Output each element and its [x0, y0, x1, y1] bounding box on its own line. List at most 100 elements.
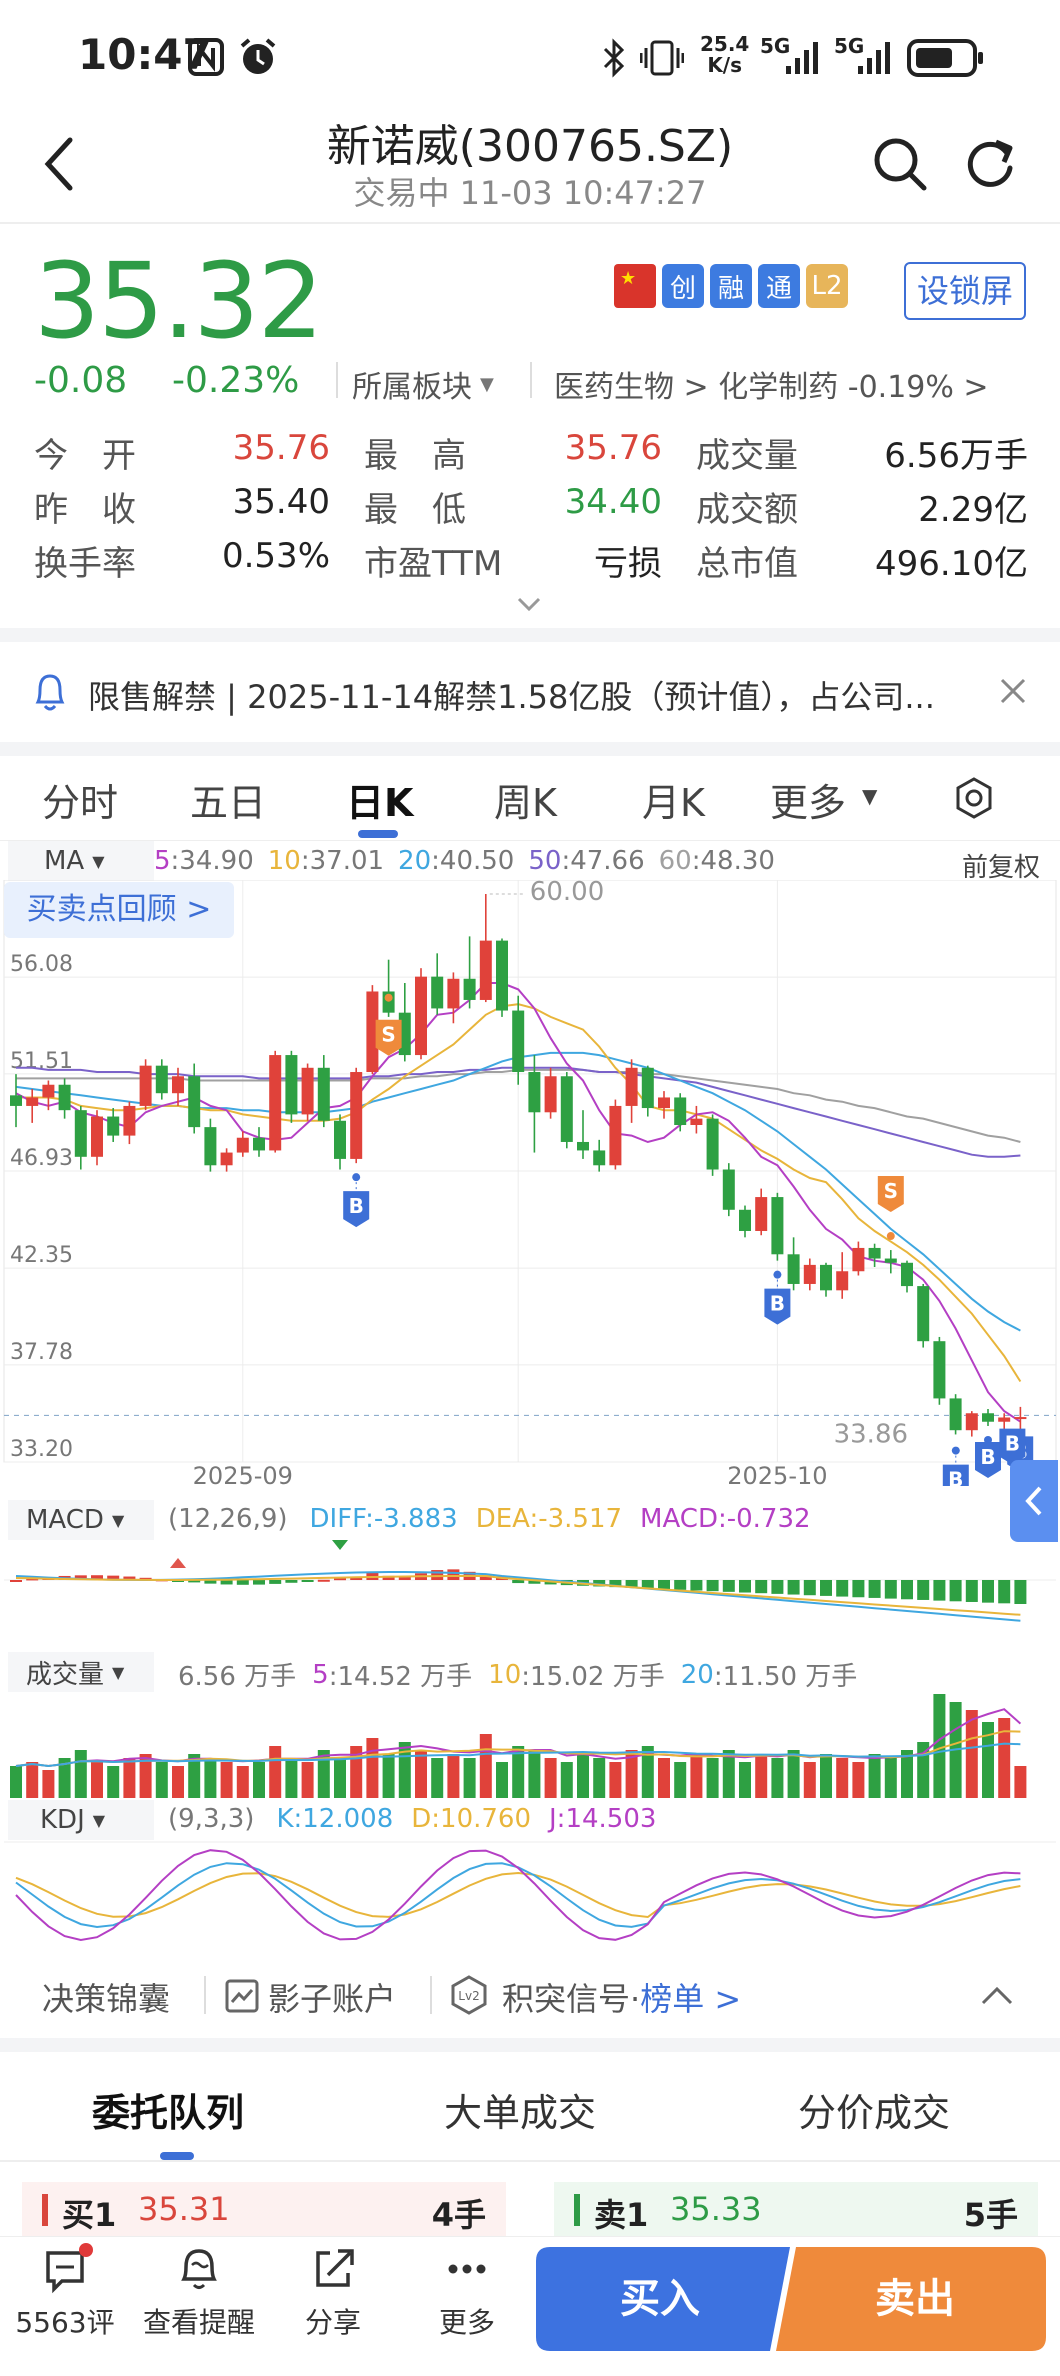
tab-more[interactable]: 更多	[770, 772, 846, 827]
comments-button[interactable]: 5563评	[0, 2237, 130, 2341]
notice-bar[interactable]: 限售解禁 | 2025-11-14解禁1.58亿股（预计值），占公司...	[0, 642, 1060, 742]
alarm-icon	[240, 38, 276, 74]
shadow-account[interactable]: 影子账户	[268, 1974, 396, 2020]
bid-label: 买1	[62, 2196, 117, 2234]
volume-chart[interactable]	[0, 1692, 1060, 1802]
death-cross-marker	[332, 1540, 348, 1550]
view-alerts-button[interactable]: 查看提醒	[134, 2237, 264, 2341]
candle	[577, 1110, 589, 1159]
price-change: -0.08	[34, 360, 128, 401]
collapse-chevron-icon[interactable]	[980, 1984, 1014, 2006]
ma-value: :34.90	[170, 846, 254, 876]
macd-bar	[868, 1580, 881, 1598]
sell-signal-marker: S	[877, 1176, 904, 1241]
volume-selector[interactable]: 成交量 ▼	[8, 1652, 154, 1692]
candle	[301, 1063, 314, 1121]
candle	[593, 1139, 606, 1172]
buy-button[interactable]: 买入	[540, 2247, 780, 2351]
tab-rik[interactable]: 日K	[346, 772, 413, 827]
tab-fenshi[interactable]: 分时	[42, 772, 118, 827]
kdj-selector[interactable]: KDJ ▼	[8, 1800, 154, 1840]
ranking-link[interactable]: 榜单 >	[640, 1974, 741, 2020]
volume-bar	[544, 1758, 557, 1798]
stat-value: 2.29亿	[918, 490, 1028, 530]
settings-icon[interactable]	[952, 776, 996, 820]
signal-icon-1	[786, 42, 818, 74]
tab-zhouk[interactable]: 周K	[494, 772, 557, 827]
notice-text: 限售解禁 | 2025-11-14解禁1.58亿股（预计值），占公司...	[88, 678, 935, 716]
bluetooth-icon	[603, 38, 625, 78]
lock-screen-button[interactable]: 设锁屏	[904, 262, 1026, 320]
bid-price: 35.31	[138, 2190, 230, 2228]
ma-selector[interactable]: MA ▼	[8, 841, 154, 881]
tab-price-volume[interactable]: 分价成交	[798, 2082, 950, 2137]
candle	[204, 1118, 217, 1172]
volume-bar	[739, 1762, 751, 1798]
trade-badges: ★ 创 融 通 L2	[614, 264, 854, 308]
volume-bar	[334, 1758, 346, 1798]
more-label: 更多	[438, 2306, 495, 2339]
share-button[interactable]: 分享	[268, 2237, 398, 2341]
chevron-down-icon: ▼	[111, 1510, 125, 1530]
macd-bar	[739, 1580, 751, 1593]
candle	[560, 1072, 573, 1149]
volume-bar	[771, 1758, 784, 1798]
candle	[641, 1065, 654, 1117]
search-icon[interactable]	[870, 134, 930, 194]
kdj-params: (9,3,3)	[168, 1804, 255, 1834]
tab-yuek[interactable]: 月K	[642, 772, 705, 827]
candle	[965, 1411, 978, 1437]
svg-text:B: B	[770, 1292, 785, 1316]
macd-bar	[852, 1580, 865, 1598]
decision-kit[interactable]: 决策锦囊	[42, 1974, 170, 2020]
volume-bar	[690, 1754, 703, 1798]
candle	[706, 1114, 719, 1176]
volume-bar	[479, 1734, 492, 1798]
candle	[787, 1237, 800, 1291]
trade-review-button[interactable]: 买卖点回顾 >	[4, 882, 234, 938]
stat-label: 成交额	[696, 490, 798, 530]
volume-bar	[301, 1762, 314, 1798]
kdj-chart[interactable]	[0, 1840, 1060, 1950]
macd-bar	[253, 1580, 265, 1585]
more-button[interactable]: 更多	[402, 2237, 532, 2341]
volume-bar	[42, 1770, 55, 1798]
sector-dropdown[interactable]: 所属板块 ▼	[352, 362, 494, 406]
share-label: 分享	[304, 2306, 361, 2339]
volume-legend: 成交量 ▼ 6.56 万手 5:14.52 万手 10:15.02 万手 20:…	[0, 1652, 1060, 1692]
adjust-mode[interactable]: 前复权	[962, 847, 1040, 884]
candle	[690, 1105, 703, 1134]
ma-values: 5:34.90 10:37.01 20:40.50 50:47.66 60:48.30	[154, 841, 789, 881]
ma-period: 60	[658, 846, 692, 876]
chevron-down-icon: ▼	[112, 1662, 125, 1682]
candle	[285, 1050, 298, 1123]
volume-bar	[74, 1750, 87, 1798]
macd-bar	[949, 1580, 962, 1602]
ma-period: 20	[398, 846, 432, 876]
tab-order-queue[interactable]: 委托队列	[92, 2082, 244, 2137]
bell-icon	[35, 674, 65, 711]
macd-selector[interactable]: MACD ▼	[8, 1500, 154, 1540]
bottom-action-bar: 5563评 查看提醒 分享 更多 买入 卖出	[0, 2236, 1060, 2376]
volume-value: 6.56 万手	[178, 1662, 297, 1692]
candle	[10, 1074, 22, 1128]
battery-icon	[907, 39, 983, 77]
sell-button[interactable]: 卖出	[790, 2247, 1040, 2351]
macd-bar	[787, 1580, 800, 1595]
tab-wuri[interactable]: 五日	[190, 772, 266, 827]
candle	[771, 1192, 784, 1261]
svg-text:S: S	[381, 1023, 395, 1047]
candle	[479, 893, 492, 1003]
volume-bar	[674, 1762, 687, 1798]
close-icon[interactable]	[998, 676, 1028, 706]
macd-chart[interactable]	[0, 1540, 1060, 1652]
refresh-icon[interactable]	[960, 134, 1020, 194]
stat-value: 34.40	[564, 482, 662, 522]
candlestick-chart[interactable]: 56.0851.5146.9342.3537.7833.2060.0033.86…	[0, 880, 1060, 1486]
badge-rong: 融	[710, 264, 752, 308]
tab-big-orders[interactable]: 大单成交	[444, 2082, 596, 2137]
expand-chevron-icon[interactable]	[516, 596, 542, 614]
signal-tool[interactable]: 积突信号·	[502, 1974, 640, 2020]
sector-path[interactable]: 医药生物 > 化学制药 -0.19% >	[554, 362, 989, 406]
candle	[123, 1101, 136, 1145]
